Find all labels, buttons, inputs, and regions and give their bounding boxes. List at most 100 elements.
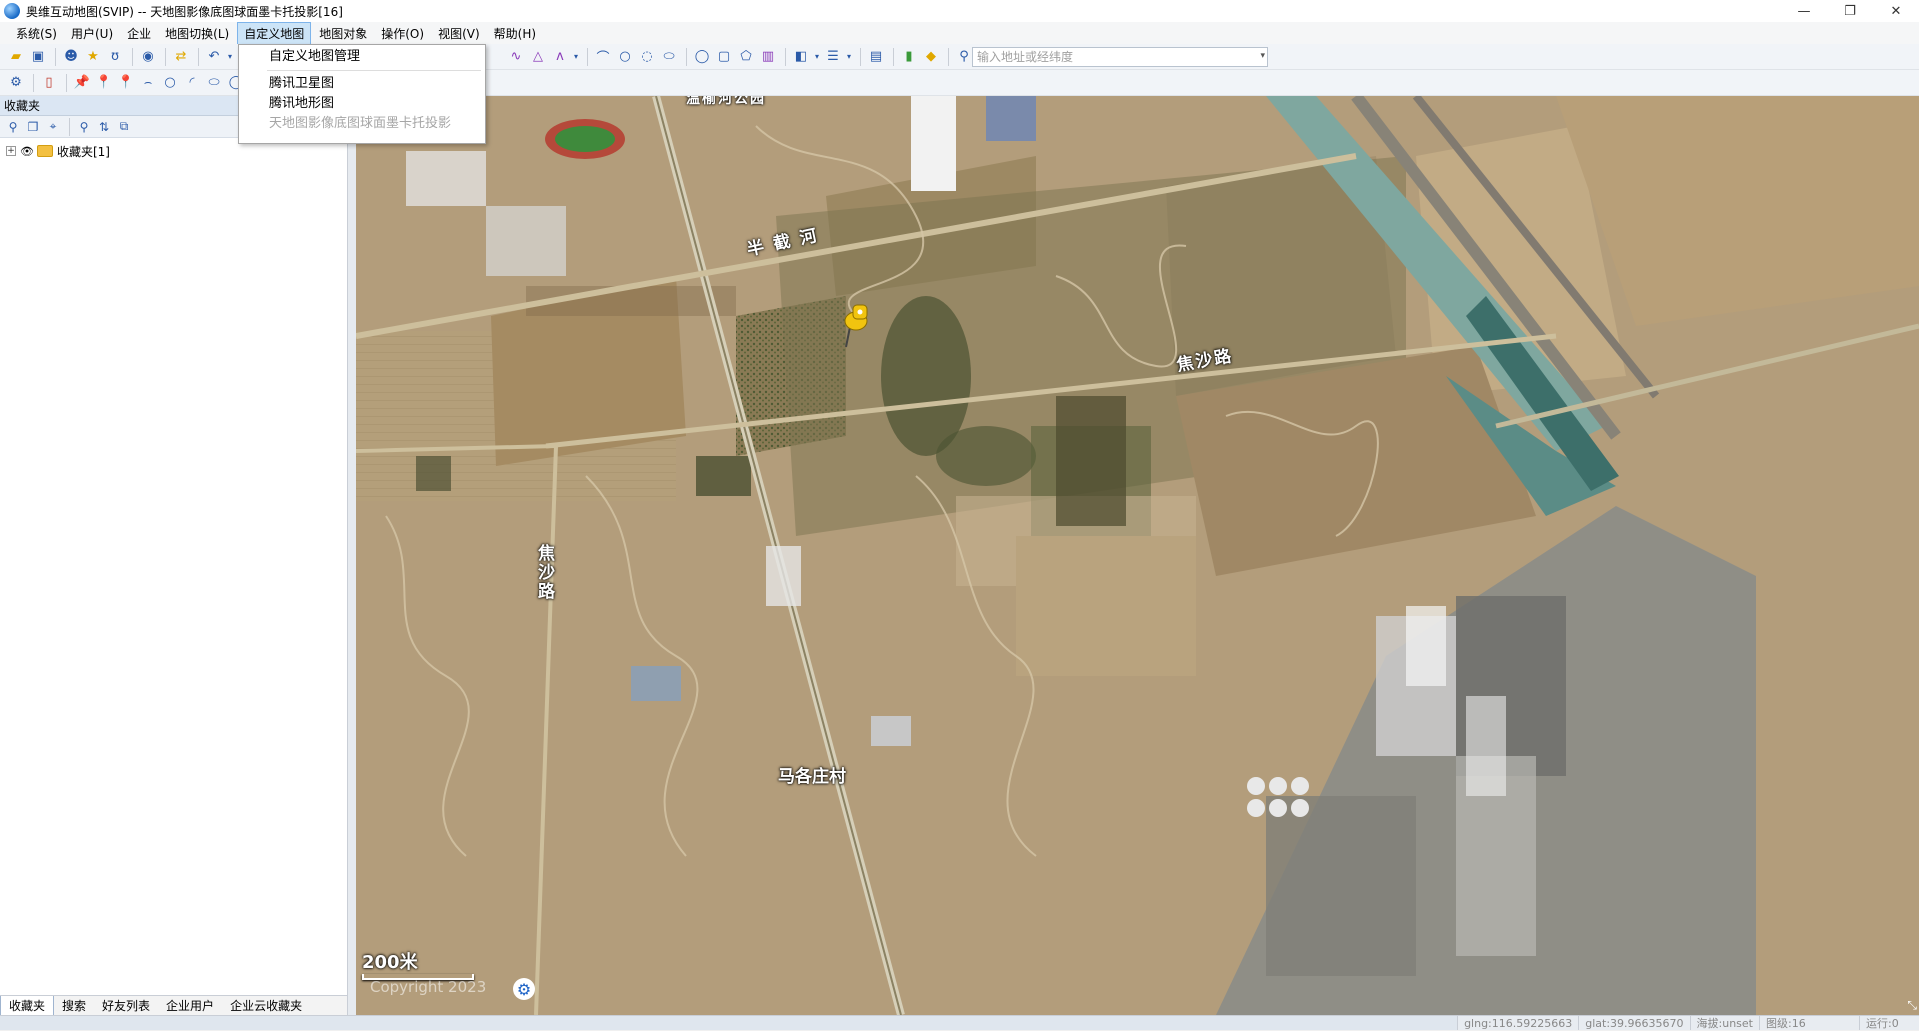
tab-search[interactable]: 搜索 (54, 996, 94, 1016)
toolbar-divider (132, 47, 133, 66)
map-switch-icon[interactable]: ⇄ (171, 47, 191, 67)
route-icon[interactable]: ʊ (105, 47, 125, 67)
panel-splitter[interactable] (348, 96, 356, 1015)
polyline-icon[interactable]: ∿ (506, 47, 526, 67)
layers-icon[interactable]: ⧉ (115, 118, 133, 136)
chat-icon[interactable]: ▮ (899, 47, 919, 67)
menu-help[interactable]: 帮助(H) (488, 23, 542, 44)
menu-custom-map[interactable]: 自定义地图 (237, 21, 312, 45)
expand-icon[interactable]: + (6, 146, 16, 156)
satellite-imagery (356, 96, 1919, 1015)
toolbar-divider (893, 47, 894, 66)
menu-map-switch[interactable]: 地图切换(L) (159, 23, 235, 44)
tab-friends[interactable]: 好友列表 (94, 996, 158, 1016)
status-zoom-level: 图级:16 (1759, 1016, 1859, 1030)
arc-draw-icon[interactable]: ◜ (182, 73, 202, 93)
toolbar-divider (686, 47, 687, 66)
green-pin-icon[interactable]: 📍 (116, 73, 136, 93)
address-dropdown-icon[interactable]: ▾ (1260, 51, 1265, 61)
undo-dropdown-icon[interactable]: ▾ (226, 47, 234, 67)
toolbar-divider (165, 47, 166, 66)
open-folder-icon[interactable]: ▰ (6, 47, 26, 67)
arc-circle-icon[interactable]: ◌ (637, 47, 657, 67)
map-label-park: 温榆河公园 (686, 96, 766, 107)
polygon-icon[interactable]: △ (528, 47, 548, 67)
menu-item-custom-map-manage[interactable]: 自定义地图管理 (239, 47, 485, 67)
address-search-box[interactable]: ▾ (972, 47, 1268, 67)
tab-enterprise-cloud[interactable]: 企业云收藏夹 (222, 996, 310, 1016)
toolbar-divider (860, 47, 861, 66)
minimize-button[interactable]: — (1781, 0, 1827, 22)
menu-bar: 系统(S) 用户(U) 企业 地图切换(L) 自定义地图 地图对象 操作(O) … (0, 21, 1919, 45)
select-rect-icon[interactable]: ▢ (714, 47, 734, 67)
menu-item-tianditu-image: 天地图影像底图球面墨卡托投影 (269, 116, 452, 131)
close-button[interactable]: ✕ (1873, 0, 1919, 22)
pin-icon[interactable]: ⚲ (75, 118, 93, 136)
map-label-village: 马各庄村 (778, 767, 846, 787)
yellow-pin-icon[interactable]: 📌 (72, 73, 92, 93)
diamond-icon[interactable]: ◆ (921, 47, 941, 67)
select-circle-icon[interactable]: ◯ (692, 47, 712, 67)
window-title: 奥维互动地图(SVIP) -- 天地图影像底图球面墨卡托投影[16] (26, 4, 343, 19)
copy-icon[interactable]: ❐ (24, 118, 42, 136)
blue-pin-icon[interactable]: 📍 (94, 73, 114, 93)
map-copyright: Copyright 2023 (370, 978, 487, 996)
search-icon[interactable]: ⚲ (4, 118, 22, 136)
map-view[interactable]: 半 截 河 焦沙路 焦沙路 马各庄村 温榆河公园 200米 Copyright … (356, 96, 1919, 1015)
save-icon[interactable]: ▣ (28, 47, 48, 67)
new-document-icon[interactable]: ▯ (39, 73, 59, 93)
3d-icon[interactable]: ◉ (138, 47, 158, 67)
visibility-eye-icon[interactable]: 👁 (20, 145, 34, 158)
scale-bar: 200米 (362, 948, 474, 980)
title-bar: 奥维互动地图(SVIP) -- 天地图影像底图球面墨卡托投影[16] — ❐ ✕ (0, 0, 1919, 22)
scale-text: 200米 (362, 952, 418, 973)
address-input[interactable] (977, 50, 1247, 64)
tab-enterprise-users[interactable]: 企业用户 (158, 996, 222, 1016)
status-latitude: glat:39.96635670 (1578, 1016, 1689, 1030)
toolbar-divider (33, 73, 34, 92)
resize-corner-icon[interactable]: ⤡ (1907, 998, 1917, 1013)
list-dropdown-icon[interactable]: ▾ (845, 47, 853, 67)
toolbar-divider (55, 47, 56, 66)
toolbar-divider (198, 47, 199, 66)
layout-dropdown-icon[interactable]: ▾ (813, 47, 821, 67)
select-polygon-icon[interactable]: ⬠ (736, 47, 756, 67)
tree-node-favorites[interactable]: + 👁 收藏夹[1] (6, 142, 341, 160)
menu-user[interactable]: 用户(U) (65, 23, 119, 44)
menu-enterprise[interactable]: 企业 (121, 23, 157, 44)
tab-favorites[interactable]: 收藏夹 (0, 995, 55, 1016)
menu-map-objects[interactable]: 地图对象 (313, 23, 373, 44)
map-label-road-west: 焦沙路 (534, 544, 554, 601)
favorites-star-icon[interactable]: ★ (83, 47, 103, 67)
undo-icon[interactable]: ↶ (204, 47, 224, 67)
map-settings-button[interactable]: ⚙ (513, 978, 535, 1000)
clipboard-icon[interactable]: ▤ (866, 47, 886, 67)
curve-icon[interactable]: ʌ (550, 47, 570, 67)
circle-draw-icon[interactable]: ○ (160, 73, 180, 93)
menu-system[interactable]: 系统(S) (10, 23, 63, 44)
toolbar-divider (948, 47, 949, 66)
users-icon[interactable]: ☻ (61, 47, 81, 67)
layout-icon[interactable]: ◧ (791, 47, 811, 67)
locate-icon[interactable]: ⌖ (44, 118, 62, 136)
panel-bottom-tabs: 收藏夹 搜索 好友列表 企业用户 企业云收藏夹 (0, 995, 347, 1016)
toolbar-divider (69, 117, 70, 136)
menu-item-tencent-terrain[interactable]: 腾讯地形图 (239, 94, 485, 114)
menu-item-tencent-satellite[interactable]: 腾讯卫星图 (239, 74, 485, 94)
menu-operations[interactable]: 操作(O) (375, 23, 430, 44)
ellipse-icon[interactable]: ⬭ (659, 47, 679, 67)
curve-dropdown-icon[interactable]: ▾ (572, 47, 580, 67)
sort-icon[interactable]: ⇅ (95, 118, 113, 136)
list-icon[interactable]: ☰ (823, 47, 843, 67)
circle-icon[interactable]: ○ (615, 47, 635, 67)
menu-view[interactable]: 视图(V) (432, 23, 486, 44)
tree-node-label: 收藏夹[1] (56, 144, 110, 159)
maximize-button[interactable]: ❐ (1827, 0, 1873, 22)
arc-icon[interactable]: ⌒ (593, 47, 613, 67)
ellipse-draw-icon[interactable]: ⬭ (204, 73, 224, 93)
track-icon[interactable]: ⌢ (138, 73, 158, 93)
columns-icon[interactable]: ▥ (758, 47, 778, 67)
favorites-panel: 收藏夹 ⚲ ❐ ⌖ ⚲ ⇅ ⧉ + 👁 收藏夹[1] 收藏夹 搜索 好友列表 企… (0, 96, 348, 1016)
search-icon[interactable]: ⚲ (954, 47, 974, 67)
settings-gear-icon[interactable]: ⚙ (6, 73, 26, 93)
